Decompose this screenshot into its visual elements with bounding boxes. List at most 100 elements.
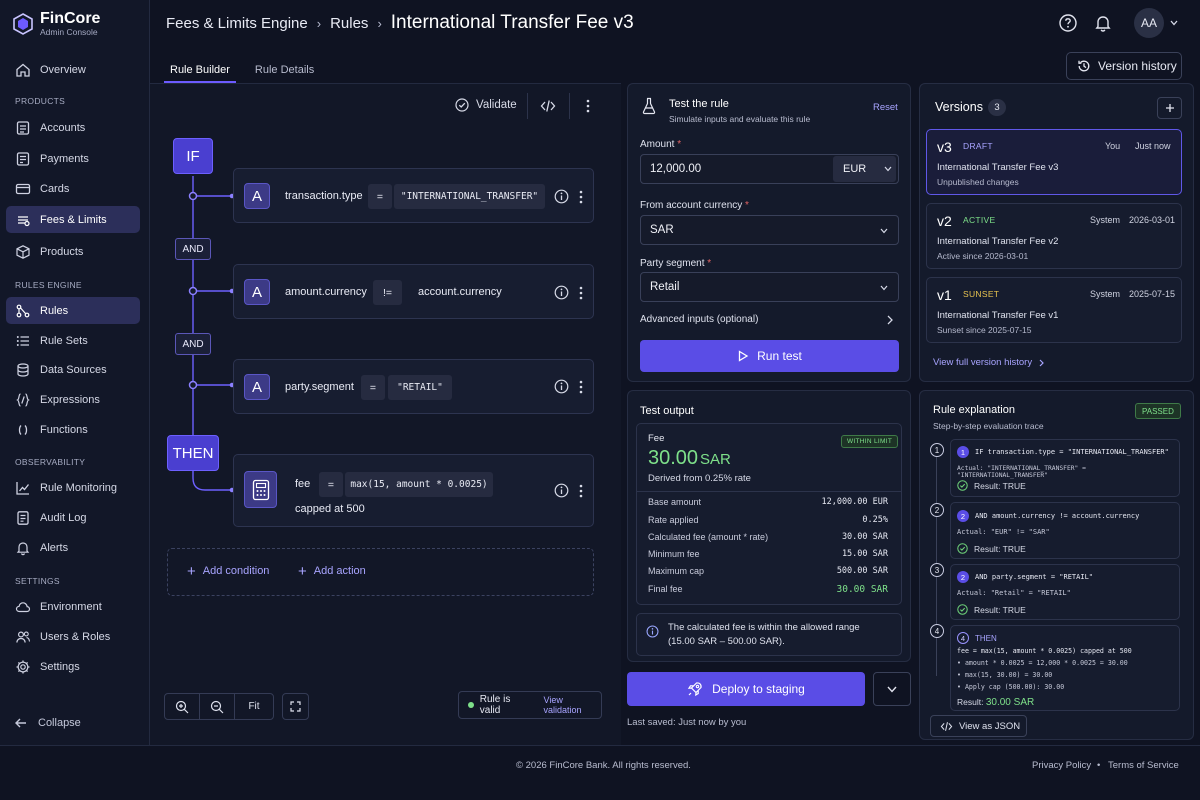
nav-functions[interactable]: Functions <box>6 416 140 443</box>
condition-operator[interactable]: != <box>373 280 402 305</box>
action-field[interactable]: fee <box>295 478 310 490</box>
condition-row[interactable]: A party.segment = "RETAIL" <box>233 359 594 414</box>
tab-rule-builder[interactable]: Rule Builder <box>164 56 236 83</box>
nav-label: Settings <box>40 660 80 673</box>
code-icon[interactable] <box>540 99 556 113</box>
notifications-bell-icon[interactable] <box>1093 13 1113 33</box>
condition-value[interactable]: account.currency <box>418 286 502 298</box>
trace-step: 2 AND amount.currency != account.currenc… <box>950 502 1180 559</box>
view-validation-link[interactable]: View validation <box>544 695 601 715</box>
nav-rule-monitoring[interactable]: Rule Monitoring <box>6 474 140 501</box>
add-condition-button[interactable]: + Add condition <box>187 564 269 579</box>
condition-field[interactable]: transaction.type <box>285 190 363 202</box>
nav-overview[interactable]: Overview <box>6 56 140 83</box>
nav-payments[interactable]: Payments <box>6 145 140 172</box>
version-card-v3[interactable]: v3 DRAFT You Just now International Tran… <box>926 129 1182 195</box>
more-vertical-icon[interactable] <box>579 286 583 300</box>
more-vertical-icon[interactable] <box>579 484 583 498</box>
validate-label: Validate <box>476 99 517 111</box>
action-row[interactable]: fee = max(15, amount * 0.0025) capped at… <box>233 454 594 527</box>
app-logo[interactable]: FinCore Admin Console <box>12 11 100 37</box>
run-test-button[interactable]: Run test <box>640 340 899 372</box>
nav-audit-log[interactable]: Audit Log <box>6 504 140 531</box>
nav-expressions[interactable]: Expressions <box>6 386 140 413</box>
nav-alerts[interactable]: Alerts <box>6 534 140 561</box>
nav-cards[interactable]: Cards <box>6 175 140 202</box>
chevron-down-icon[interactable] <box>1170 20 1178 26</box>
more-vertical-icon[interactable] <box>586 99 590 113</box>
advanced-inputs-toggle[interactable]: Advanced inputs (optional) <box>640 314 758 325</box>
zoom-in-button[interactable] <box>165 694 200 719</box>
nav-settings[interactable]: Settings <box>6 653 140 680</box>
divider <box>637 491 901 492</box>
from-currency-select[interactable]: SAR <box>640 215 899 245</box>
version-subtitle: Active since 2026-03-01 <box>937 251 1029 261</box>
more-vertical-icon[interactable] <box>579 380 583 394</box>
more-vertical-icon[interactable] <box>579 190 583 204</box>
version-number: v2 <box>937 213 952 229</box>
tab-rule-details[interactable]: Rule Details <box>249 56 320 83</box>
nav-rules[interactable]: Rules <box>6 297 140 324</box>
nav-products[interactable]: Products <box>6 238 140 265</box>
code-icon <box>940 721 953 731</box>
breadcrumb-rules[interactable]: Rules <box>330 15 368 32</box>
version-card-v2[interactable]: v2 ACTIVE System 2026-03-01 Internationa… <box>926 203 1182 269</box>
condition-value[interactable]: "RETAIL" <box>388 375 452 400</box>
info-icon[interactable] <box>554 379 569 394</box>
nav-rule-sets[interactable]: Rule Sets <box>6 327 140 354</box>
party-segment-select[interactable]: Retail <box>640 272 899 302</box>
view-as-json-button[interactable]: View as JSON <box>930 715 1027 737</box>
help-icon[interactable] <box>1058 13 1078 33</box>
user-avatar[interactable]: AA <box>1134 8 1164 38</box>
view-full-history-link[interactable]: View full version history <box>933 357 1044 368</box>
action-operator[interactable]: = <box>319 472 343 497</box>
range-note-line2: (15.00 SAR – 500.00 SAR). <box>668 636 785 647</box>
info-icon <box>646 625 659 638</box>
validate-button[interactable]: Validate <box>455 98 517 112</box>
breadcrumb-fees-limits-engine[interactable]: Fees & Limits Engine <box>166 15 308 32</box>
condition-operator[interactable]: = <box>361 375 385 400</box>
version-status-sunset: SUNSET <box>963 289 1000 299</box>
add-action-button[interactable]: + Add action <box>298 564 366 579</box>
version-history-button[interactable]: Version history <box>1066 52 1182 80</box>
reset-button[interactable]: Reset <box>873 102 898 113</box>
if-node[interactable]: IF <box>173 138 213 174</box>
condition-operator[interactable]: = <box>368 184 392 209</box>
terms-of-service-link[interactable]: Terms of Service <box>1108 760 1179 771</box>
output-row-key: Minimum fee <box>648 549 700 559</box>
condition-row[interactable]: A transaction.type = "INTERNATIONAL_TRAN… <box>233 168 594 223</box>
info-icon[interactable] <box>554 483 569 498</box>
then-node[interactable]: THEN <box>167 435 219 471</box>
info-icon[interactable] <box>554 285 569 300</box>
attribute-badge: A <box>244 183 270 209</box>
version-title: International Transfer Fee v1 <box>937 310 1059 321</box>
and-connector-2[interactable]: AND <box>175 333 211 355</box>
and-connector-1[interactable]: AND <box>175 238 211 260</box>
currency-select[interactable]: EUR <box>833 156 896 182</box>
condition-field[interactable]: party.segment <box>285 381 354 393</box>
nav-data-sources[interactable]: Data Sources <box>6 356 140 383</box>
chevron-right-icon[interactable] <box>887 315 893 325</box>
version-card-v1[interactable]: v1 SUNSET System 2025-07-15 Internationa… <box>926 277 1182 343</box>
nav-fees-limits[interactable]: Fees & Limits <box>6 206 140 233</box>
add-version-button[interactable] <box>1157 97 1182 119</box>
collapse-sidebar-button[interactable]: Collapse <box>14 716 81 730</box>
nav-environment[interactable]: Environment <box>6 593 140 620</box>
privacy-policy-link[interactable]: Privacy Policy <box>1032 760 1091 771</box>
output-row-key: Rate applied <box>648 515 699 525</box>
test-output-panel: Test output Fee 30.00 SAR WITHIN LIMIT D… <box>627 390 911 662</box>
deploy-to-staging-button[interactable]: Deploy to staging <box>627 672 865 706</box>
deploy-options-dropdown[interactable] <box>873 672 911 706</box>
chart-icon <box>16 481 30 495</box>
condition-value[interactable]: "INTERNATIONAL_TRANSFER" <box>394 184 545 209</box>
fullscreen-button[interactable] <box>282 693 309 720</box>
condition-row[interactable]: A amount.currency != account.currency <box>233 264 594 319</box>
fit-button[interactable]: Fit <box>235 694 273 719</box>
check-circle-icon <box>957 543 968 554</box>
nav-accounts[interactable]: Accounts <box>6 114 140 141</box>
info-icon[interactable] <box>554 189 569 204</box>
condition-field[interactable]: amount.currency <box>285 286 367 298</box>
zoom-out-button[interactable] <box>200 694 235 719</box>
nav-users-roles[interactable]: Users & Roles <box>6 623 140 650</box>
action-expression[interactable]: max(15, amount * 0.0025) <box>345 472 493 497</box>
